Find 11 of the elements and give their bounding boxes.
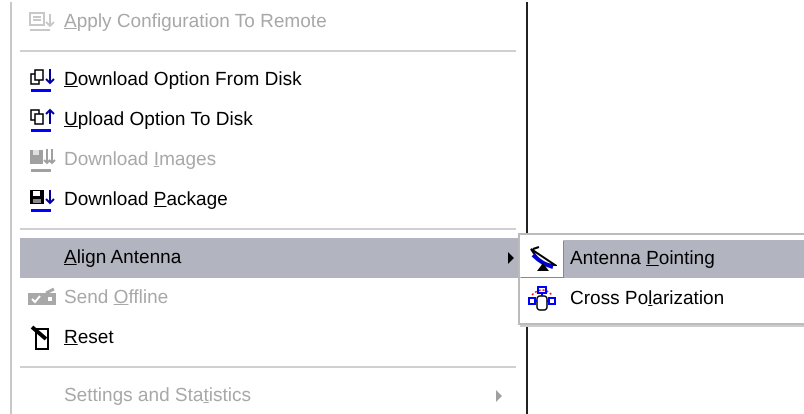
pages-down-arrow-icon (28, 67, 56, 93)
polarization-icon (527, 285, 557, 313)
menu-item[interactable]: Cross Polarization (520, 279, 804, 319)
menu-item[interactable]: Upload Option To Disk (20, 100, 516, 140)
menu-item[interactable]: Download Option From Disk (20, 60, 516, 100)
pages-up-arrow-icon (28, 107, 56, 133)
disk-arrow-icon (28, 187, 56, 213)
menu-item[interactable]: Reset (20, 318, 516, 358)
list-arrow-icon (28, 10, 56, 34)
disk-arrows-icon (28, 147, 56, 173)
menu-item[interactable]: Download Package (20, 180, 516, 220)
